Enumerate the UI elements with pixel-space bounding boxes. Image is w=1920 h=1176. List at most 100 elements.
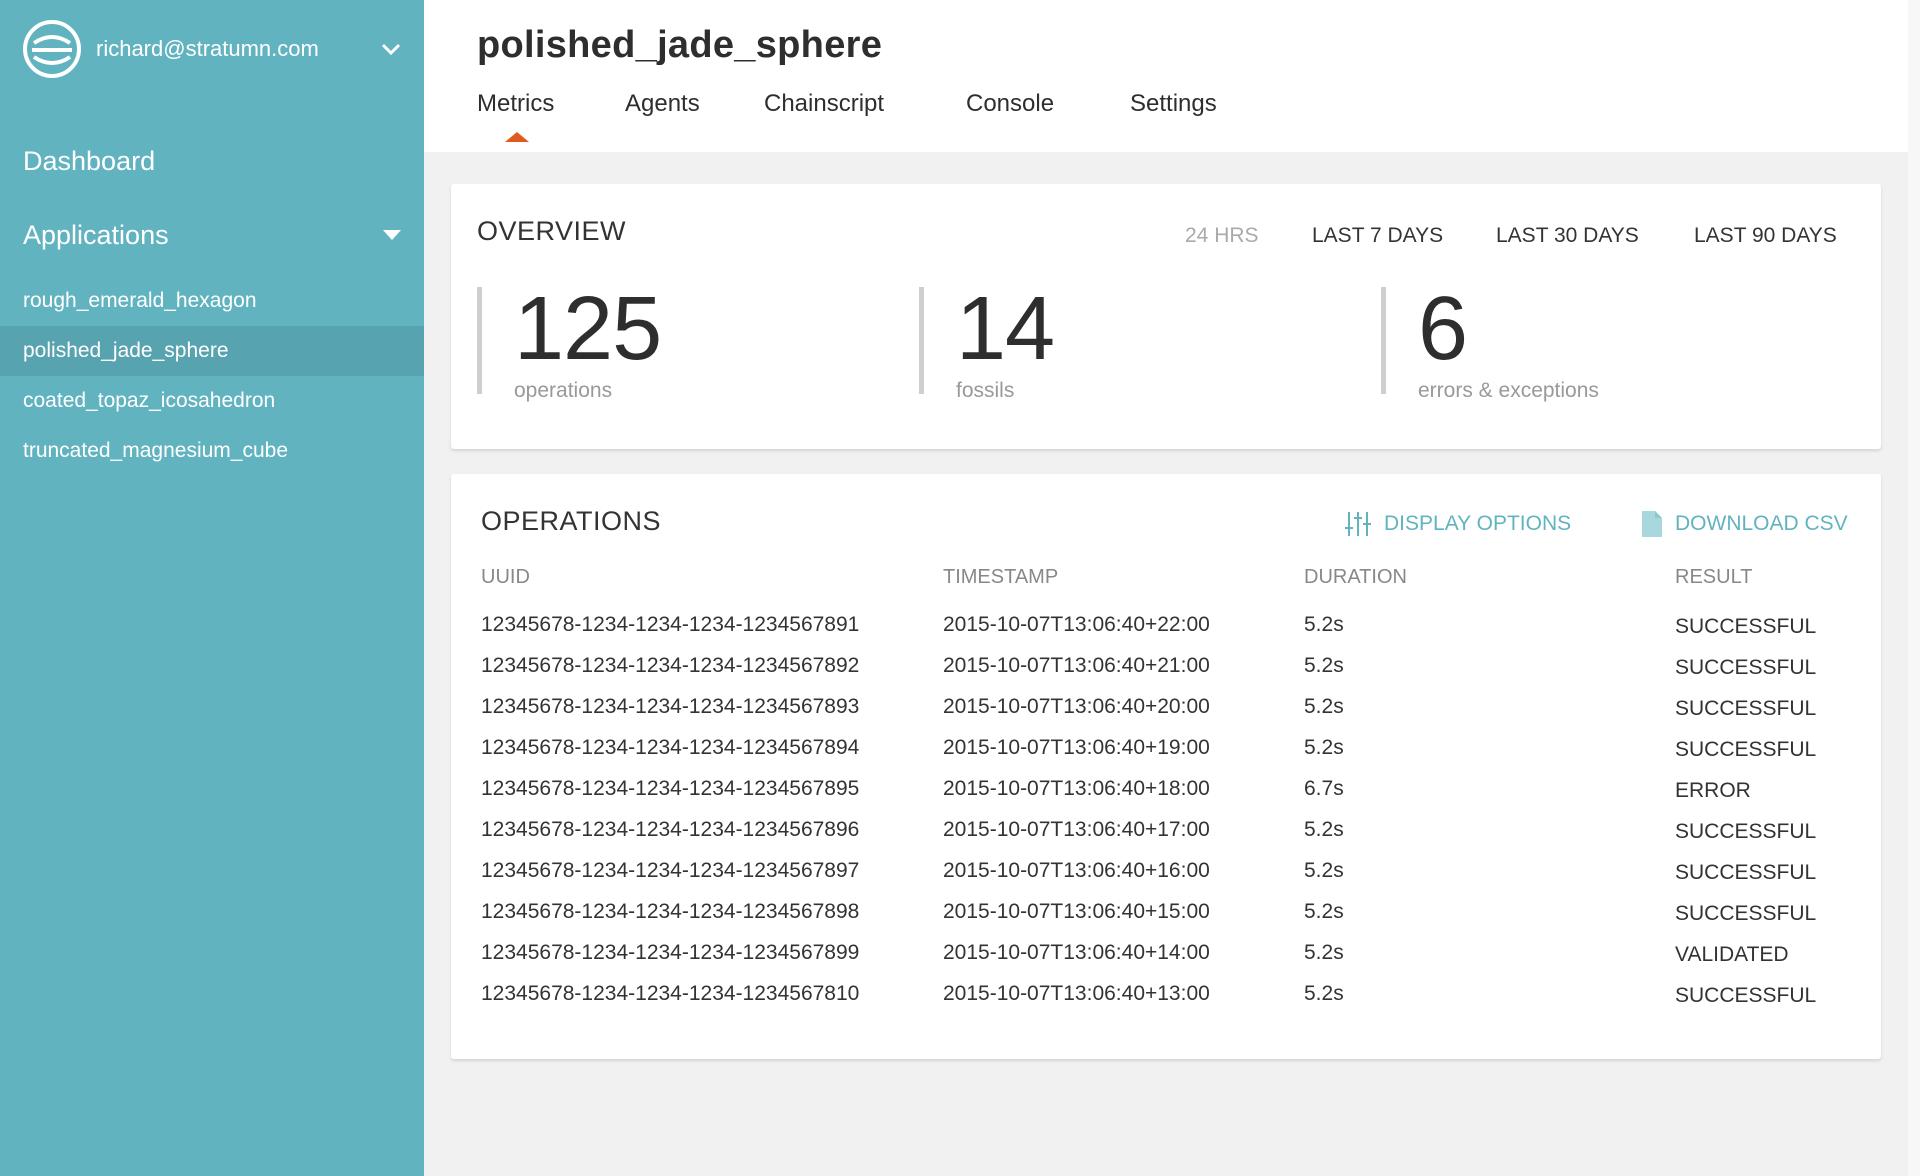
table-row[interactable]: 12345678-1234-1234-1234-1234567897 2015-… (481, 859, 1851, 900)
cell-uuid: 12345678-1234-1234-1234-1234567891 (481, 613, 860, 636)
cell-result: SUCCESSFUL (1675, 984, 1817, 1007)
tab-metrics[interactable]: Metrics (477, 90, 625, 142)
operations-card: OPERATIONS DISPLAY OPTIONS DOWNLOAD CSV … (451, 474, 1881, 1059)
sidebar-item-app[interactable]: rough_emerald_hexagon (0, 276, 424, 326)
cell-timestamp: 2015-10-07T13:06:40+16:00 (943, 859, 1210, 882)
account-menu[interactable]: richard@stratumn.com (22, 18, 402, 80)
stat-value: 6 (1418, 279, 1468, 379)
table-row[interactable]: 12345678-1234-1234-1234-1234567891 2015-… (481, 613, 1851, 654)
stat-label: fossils (956, 379, 1015, 402)
sidebar: richard@stratumn.com Dashboard Applicati… (0, 0, 424, 1176)
sliders-icon (1345, 512, 1371, 536)
stat-value: 125 (514, 279, 662, 379)
table-row[interactable]: 12345678-1234-1234-1234-1234567895 2015-… (481, 777, 1851, 818)
application-list: rough_emerald_hexagon polished_jade_sphe… (0, 276, 424, 476)
cell-timestamp: 2015-10-07T13:06:40+18:00 (943, 777, 1210, 800)
tab-label: Settings (1130, 90, 1217, 117)
cell-result: VALIDATED (1675, 943, 1789, 966)
cell-duration: 6.7s (1304, 777, 1344, 800)
cell-uuid: 12345678-1234-1234-1234-1234567895 (481, 777, 860, 800)
cell-duration: 5.2s (1304, 695, 1344, 718)
chevron-down-icon[interactable] (380, 38, 402, 60)
sidebar-item-dashboard[interactable]: Dashboard (23, 146, 155, 177)
range-last-90-days[interactable]: LAST 90 DAYS (1694, 224, 1837, 248)
account-email: richard@stratumn.com (96, 36, 319, 61)
cell-result: SUCCESSFUL (1675, 861, 1817, 884)
cell-timestamp: 2015-10-07T13:06:40+15:00 (943, 900, 1210, 923)
overview-card: OVERVIEW 24 HRS LAST 7 DAYS LAST 30 DAYS… (451, 184, 1881, 449)
range-last-7-days[interactable]: LAST 7 DAYS (1312, 224, 1443, 248)
cell-result: SUCCESSFUL (1675, 656, 1817, 679)
document-icon (1642, 511, 1662, 537)
cell-duration: 5.2s (1304, 736, 1344, 759)
sidebar-item-applications[interactable]: Applications (23, 220, 401, 251)
cell-result: ERROR (1675, 779, 1751, 802)
cell-uuid: 12345678-1234-1234-1234-1234567898 (481, 900, 860, 923)
tab-settings[interactable]: Settings (1130, 90, 1250, 118)
stat-label: errors & exceptions (1418, 379, 1599, 402)
page-header: polished_jade_sphere Metrics Agents Chai… (424, 0, 1908, 152)
cell-uuid: 12345678-1234-1234-1234-1234567810 (481, 982, 860, 1005)
stat-errors: 6 errors & exceptions (1381, 279, 1599, 402)
column-header-duration[interactable]: DURATION (1304, 566, 1407, 589)
page-title: polished_jade_sphere (477, 24, 883, 66)
tab-console[interactable]: Console (966, 90, 1130, 118)
cell-uuid: 12345678-1234-1234-1234-1234567899 (481, 941, 860, 964)
download-csv-button[interactable]: DOWNLOAD CSV (1641, 510, 1848, 538)
cell-uuid: 12345678-1234-1234-1234-1234567896 (481, 818, 860, 841)
active-tab-indicator (505, 132, 529, 142)
table-row[interactable]: 12345678-1234-1234-1234-1234567810 2015-… (481, 982, 1851, 1023)
sidebar-item-app-active[interactable]: polished_jade_sphere (0, 326, 424, 376)
cell-timestamp: 2015-10-07T13:06:40+21:00 (943, 654, 1210, 677)
cell-uuid: 12345678-1234-1234-1234-1234567894 (481, 736, 860, 759)
cell-timestamp: 2015-10-07T13:06:40+13:00 (943, 982, 1210, 1005)
sidebar-item-app[interactable]: coated_topaz_icosahedron (0, 376, 424, 426)
cell-uuid: 12345678-1234-1234-1234-1234567893 (481, 695, 860, 718)
display-options-button[interactable]: DISPLAY OPTIONS (1344, 510, 1571, 538)
cell-result: SUCCESSFUL (1675, 820, 1817, 843)
cell-timestamp: 2015-10-07T13:06:40+14:00 (943, 941, 1210, 964)
cell-duration: 5.2s (1304, 900, 1344, 923)
download-csv-label: DOWNLOAD CSV (1675, 512, 1848, 535)
table-row[interactable]: 12345678-1234-1234-1234-1234567896 2015-… (481, 818, 1851, 859)
table-row[interactable]: 12345678-1234-1234-1234-1234567898 2015-… (481, 900, 1851, 941)
sidebar-item-app[interactable]: truncated_magnesium_cube (0, 426, 424, 476)
cell-duration: 5.2s (1304, 859, 1344, 882)
column-header-result[interactable]: RESULT (1675, 566, 1752, 589)
tab-agents[interactable]: Agents (625, 90, 764, 118)
stat-fossils: 14 fossils (919, 279, 1055, 402)
tab-label: Metrics (477, 90, 555, 117)
table-row[interactable]: 12345678-1234-1234-1234-1234567894 2015-… (481, 736, 1851, 777)
cell-timestamp: 2015-10-07T13:06:40+20:00 (943, 695, 1210, 718)
cell-duration: 5.2s (1304, 654, 1344, 677)
tab-label: Chainscript (764, 90, 885, 117)
tab-label: Console (966, 90, 1055, 117)
stat-label: operations (514, 379, 613, 402)
column-header-uuid[interactable]: UUID (481, 566, 530, 589)
table-row[interactable]: 12345678-1234-1234-1234-1234567892 2015-… (481, 654, 1851, 695)
cell-timestamp: 2015-10-07T13:06:40+19:00 (943, 736, 1210, 759)
window-edge (1908, 0, 1920, 1176)
operations-title: OPERATIONS (481, 506, 662, 536)
stat-value: 14 (956, 279, 1055, 379)
column-header-timestamp[interactable]: TIMESTAMP (943, 566, 1058, 589)
cell-duration: 5.2s (1304, 941, 1344, 964)
cell-timestamp: 2015-10-07T13:06:40+17:00 (943, 818, 1210, 841)
cell-uuid: 12345678-1234-1234-1234-1234567892 (481, 654, 860, 677)
stratumn-logo-icon (23, 20, 81, 78)
sidebar-item-label: Applications (23, 220, 169, 250)
tab-bar: Metrics Agents Chainscript Console Setti… (477, 90, 1250, 142)
range-last-30-days[interactable]: LAST 30 DAYS (1496, 224, 1639, 248)
cell-result: SUCCESSFUL (1675, 738, 1817, 761)
table-row[interactable]: 12345678-1234-1234-1234-1234567893 2015-… (481, 695, 1851, 736)
cell-uuid: 12345678-1234-1234-1234-1234567897 (481, 859, 860, 882)
stat-operations: 125 operations (477, 279, 662, 402)
table-row[interactable]: 12345678-1234-1234-1234-1234567899 2015-… (481, 941, 1851, 982)
range-24hrs[interactable]: 24 HRS (1185, 224, 1259, 248)
display-options-label: DISPLAY OPTIONS (1384, 512, 1572, 535)
cell-duration: 5.2s (1304, 818, 1344, 841)
cell-duration: 5.2s (1304, 613, 1344, 636)
tab-label: Agents (625, 90, 700, 117)
cell-timestamp: 2015-10-07T13:06:40+22:00 (943, 613, 1210, 636)
tab-chainscript[interactable]: Chainscript (764, 90, 966, 118)
